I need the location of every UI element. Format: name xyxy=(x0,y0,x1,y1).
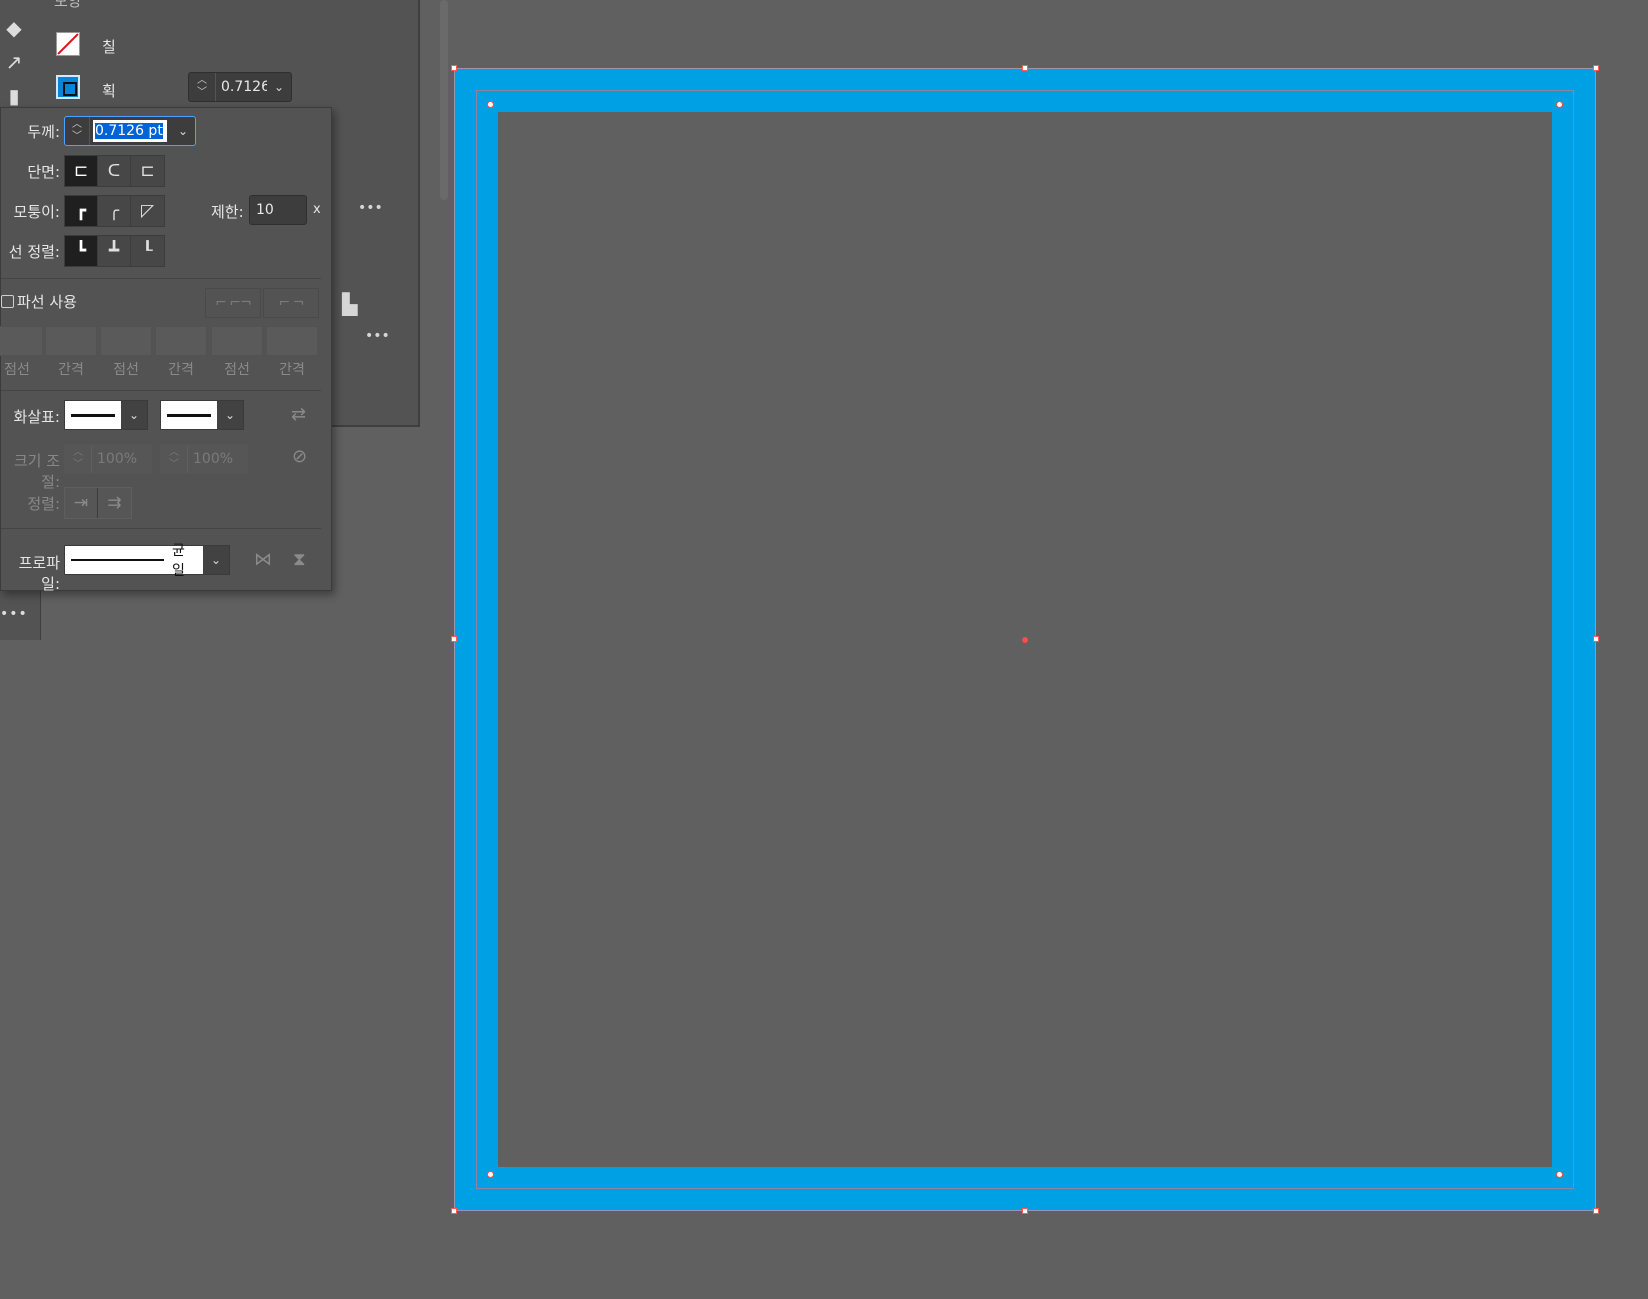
weight-input[interactable]: 0.7126 pt xyxy=(93,120,167,142)
dash-align-corners-icon[interactable]: ⌐ ¬ xyxy=(263,288,319,318)
dash-preserve-icon[interactable]: ⌐ ⌐¬ xyxy=(205,288,261,318)
eraser-icon[interactable]: ◆ xyxy=(0,14,28,42)
anchor-point-bottom-left[interactable] xyxy=(487,1171,494,1178)
limit-input[interactable]: 10 xyxy=(249,195,307,225)
dash-3-input xyxy=(211,326,263,356)
stroke-weight-stepper[interactable]: ︿ ﹀ xyxy=(189,73,216,101)
gap-1-label: 간격 xyxy=(58,362,84,378)
stroke-panel: 두께: ︿ ﹀ 0.7126 pt ⌄ 단면: ⊏ ᑕ ⊏ 모퉁이: ┏ ╭ ◸ … xyxy=(0,107,332,593)
gap-3-input xyxy=(266,326,318,356)
handle-bottom-left[interactable] xyxy=(451,1208,457,1214)
handle-bottom-center[interactable] xyxy=(1022,1208,1028,1214)
handle-middle-right[interactable] xyxy=(1593,636,1599,642)
gradient-icon[interactable]: ▮ xyxy=(0,82,28,110)
gap-1-input xyxy=(45,326,97,356)
arrow-align-label: 정렬: xyxy=(27,495,60,513)
divider xyxy=(1,390,321,391)
anchor-point-top-left[interactable] xyxy=(487,101,494,108)
arrowheads-label: 화살표: xyxy=(13,408,60,426)
start-scale-field: ︿ ﹀ 100% xyxy=(64,444,152,474)
chevron-down-icon[interactable]: ⌄ xyxy=(203,546,229,574)
align-stroke-buttons: ┗ ┻ ┖ xyxy=(64,235,165,267)
more-tools-icon[interactable]: ••• xyxy=(0,606,28,622)
dash-2-label: 점선 xyxy=(113,362,139,378)
dash-1-label: 점선 xyxy=(4,362,30,378)
handle-top-right[interactable] xyxy=(1593,65,1599,71)
arrow-extend-button: ⇥ xyxy=(65,488,98,518)
selected-rectangle[interactable] xyxy=(451,65,1599,1214)
gap-2-label: 간격 xyxy=(168,362,194,378)
end-arrowhead-select[interactable]: ⌄ xyxy=(160,400,244,430)
round-join-button[interactable]: ╭ xyxy=(98,196,131,226)
dash-1-input xyxy=(0,326,43,356)
divider xyxy=(1,278,321,279)
profile-value: 균일 xyxy=(172,543,185,579)
gap-3-label: 간격 xyxy=(279,362,305,378)
lasso-icon[interactable]: ↗ xyxy=(0,48,28,76)
align-inside-button[interactable]: ┻ xyxy=(98,236,131,266)
weight-input-value: 0.7126 pt xyxy=(95,123,163,139)
handle-middle-left[interactable] xyxy=(451,636,457,642)
stroke-swatch[interactable] xyxy=(56,75,80,99)
end-scale-stepper: ︿ ﹀ xyxy=(161,445,188,473)
chevron-down-icon[interactable]: ⌄ xyxy=(267,80,291,94)
scale-label: 크기 조절: xyxy=(13,452,60,491)
gap-2-input xyxy=(155,326,207,356)
weight-label: 두께: xyxy=(27,123,60,141)
panel-scrollbar[interactable] xyxy=(440,0,448,200)
start-scale-value: 100% xyxy=(97,451,138,467)
round-cap-button[interactable]: ᑕ xyxy=(98,156,131,186)
chevron-down-icon[interactable]: ⌄ xyxy=(121,401,147,429)
align-center-button[interactable]: ┗ xyxy=(65,236,98,266)
anchor-point-top-right[interactable] xyxy=(1556,101,1563,108)
start-arrowhead-select[interactable]: ⌄ xyxy=(64,400,148,430)
fill-label: 칠 xyxy=(102,38,116,56)
butt-cap-button[interactable]: ⊏ xyxy=(65,156,98,186)
flip-horizontal-icon: ⋈ xyxy=(254,549,272,570)
divider xyxy=(1,528,321,529)
arrow-align-buttons: ⇥ ⇉ xyxy=(64,487,132,519)
profile-label: 프로파일: xyxy=(18,554,60,593)
unlink-icon: ⊘ xyxy=(292,446,308,467)
more-options-icon[interactable]: ••• xyxy=(358,200,383,216)
cap-label: 단면: xyxy=(27,163,60,181)
dashed-line-checkbox[interactable] xyxy=(1,295,14,308)
bevel-join-button[interactable]: ◸ xyxy=(131,196,164,226)
limit-label: 제한: xyxy=(211,203,244,221)
profile-select[interactable]: 균일 ⌄ xyxy=(64,543,230,579)
corner-buttons: ┏ ╭ ◸ xyxy=(64,195,165,227)
arrow-place-button: ⇉ xyxy=(107,493,122,513)
weight-field[interactable]: ︿ ﹀ 0.7126 pt ⌄ xyxy=(64,116,196,146)
projecting-cap-button[interactable]: ⊏ xyxy=(131,156,164,186)
chevron-down-icon[interactable]: ⌄ xyxy=(171,124,195,138)
swap-arrows-icon[interactable]: ⇄ xyxy=(291,404,306,425)
handle-top-left[interactable] xyxy=(451,65,457,71)
stroke-weight-value[interactable]: 0.7126 xyxy=(216,79,267,95)
handle-top-center[interactable] xyxy=(1022,65,1028,71)
end-scale-field: ︿ ﹀ 100% xyxy=(160,444,248,474)
start-scale-stepper: ︿ ﹀ xyxy=(65,445,92,473)
more-options-icon-2[interactable]: ••• xyxy=(365,328,390,344)
dash-2-input xyxy=(100,326,152,356)
miter-join-button[interactable]: ┏ xyxy=(65,196,98,226)
center-point xyxy=(1022,637,1028,643)
stroke-label: 획 xyxy=(102,82,116,100)
weight-stepper[interactable]: ︿ ﹀ xyxy=(65,117,90,145)
limit-unit: x xyxy=(313,202,321,217)
align-stroke-label: 선 정렬: xyxy=(8,243,60,261)
stroke-weight-field[interactable]: ︿ ﹀ 0.7126 ⌄ xyxy=(188,72,292,102)
appearance-section-title: 모양 xyxy=(54,0,82,10)
chevron-down-icon[interactable]: ⌄ xyxy=(217,401,243,429)
align-bottom-icon[interactable]: ▙ xyxy=(342,292,357,316)
dash-3-label: 점선 xyxy=(224,362,250,378)
handle-bottom-right[interactable] xyxy=(1593,1208,1599,1214)
dashed-line-label: 파선 사용 xyxy=(17,293,77,311)
end-scale-value: 100% xyxy=(193,451,234,467)
fill-swatch[interactable] xyxy=(56,32,80,56)
align-outside-button[interactable]: ┖ xyxy=(131,236,164,266)
cap-buttons: ⊏ ᑕ ⊏ xyxy=(64,155,165,187)
flip-vertical-icon: ⧗ xyxy=(293,549,306,570)
anchor-point-bottom-right[interactable] xyxy=(1556,1171,1563,1178)
corner-label: 모퉁이: xyxy=(13,203,60,221)
